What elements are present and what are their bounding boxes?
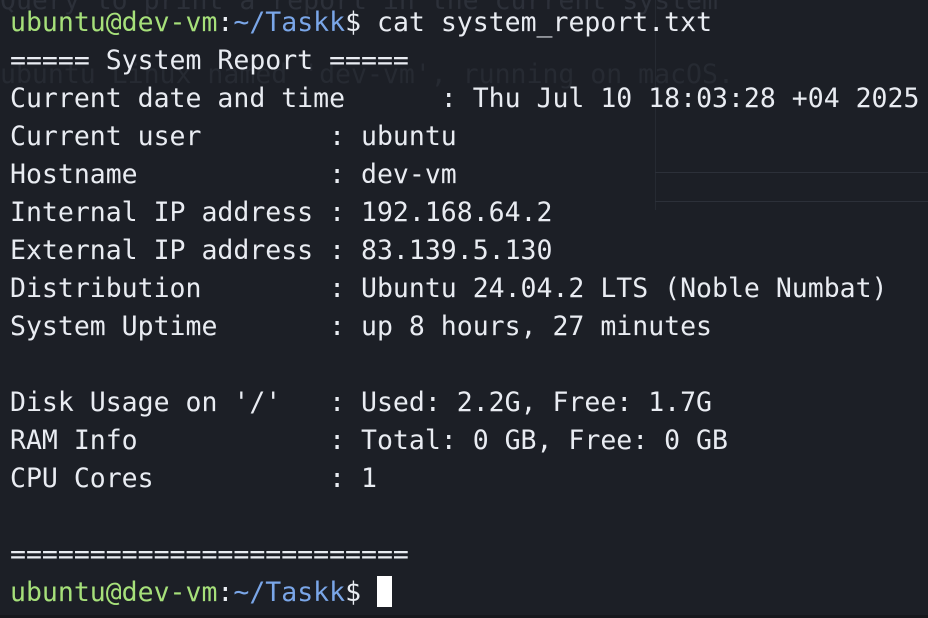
report-sep: :	[329, 311, 362, 342]
report-row-ram: RAM Info : Total: 0 GB, Free: 0 GB	[10, 422, 928, 460]
report-sep: :	[329, 273, 362, 304]
report-key: Current user	[10, 121, 330, 152]
text-cursor[interactable]	[377, 576, 392, 607]
report-sep: :	[440, 83, 473, 114]
prompt-user-host: ubuntu@dev-vm	[10, 577, 218, 608]
prompt-colon: :	[217, 7, 234, 38]
report-row-distribution: Distribution : Ubuntu 24.04.2 LTS (Noble…	[10, 270, 928, 308]
report-row-datetime: Current date and time : Thu Jul 10 18:03…	[10, 80, 928, 118]
report-row-cpu: CPU Cores : 1	[10, 460, 928, 498]
prompt-user-host: ubuntu@dev-vm	[10, 7, 218, 38]
report-sep: :	[329, 159, 362, 190]
report-row-hostname: Hostname : dev-vm	[10, 156, 928, 194]
command-text: cat system_report.txt	[377, 7, 713, 38]
prompt-dollar: $	[345, 7, 377, 38]
prompt-path: ~/Taskk	[233, 7, 346, 38]
report-key: RAM Info	[10, 425, 330, 456]
report-row-user: Current user : ubuntu	[10, 118, 928, 156]
report-value: Ubuntu 24.04.2 LTS (Noble Numbat)	[361, 273, 888, 304]
prompt-colon: :	[217, 577, 234, 608]
report-key: Hostname	[10, 159, 330, 190]
report-sep: :	[329, 197, 362, 228]
report-value: 83.139.5.130	[361, 235, 553, 266]
report-sep: :	[329, 463, 362, 494]
terminal-output: ubuntu@dev-vm:~/Taskk$ cat system_report…	[10, 4, 928, 612]
prompt-dollar: $	[345, 577, 377, 608]
report-key: Disk Usage on '/'	[10, 387, 330, 418]
report-sep: :	[329, 425, 362, 456]
report-value: 1	[361, 463, 377, 494]
report-sep: :	[329, 121, 362, 152]
report-key: Distribution	[10, 273, 330, 304]
terminal-window[interactable]: Query to print a report in the current s…	[0, 0, 928, 618]
report-sep: :	[329, 387, 362, 418]
report-key: Internal IP address	[10, 197, 330, 228]
report-row-external-ip: External IP address : 83.139.5.130	[10, 232, 928, 270]
report-key: System Uptime	[10, 311, 330, 342]
report-value: Used: 2.2G, Free: 1.7G	[361, 387, 713, 418]
prompt-line[interactable]: ubuntu@dev-vm:~/Taskk$	[10, 574, 928, 612]
report-sep: :	[329, 235, 362, 266]
command-line: ubuntu@dev-vm:~/Taskk$ cat system_report…	[10, 4, 928, 42]
report-value: up 8 hours, 27 minutes	[361, 311, 713, 342]
report-key: CPU Cores	[10, 463, 330, 494]
prompt-path: ~/Taskk	[233, 577, 346, 608]
report-value: Thu Jul 10 18:03:28 +04 2025	[472, 83, 920, 114]
report-value: ubuntu	[361, 121, 457, 152]
report-header: ===== System Report =====	[10, 45, 409, 76]
report-row-disk: Disk Usage on '/' : Used: 2.2G, Free: 1.…	[10, 384, 928, 422]
report-footer: =========================	[10, 539, 409, 570]
report-value: Total: 0 GB, Free: 0 GB	[361, 425, 728, 456]
report-row-uptime: System Uptime : up 8 hours, 27 minutes	[10, 308, 928, 346]
report-value: dev-vm	[361, 159, 457, 190]
report-value: 192.168.64.2	[361, 197, 553, 228]
report-row-internal-ip: Internal IP address : 192.168.64.2	[10, 194, 928, 232]
report-key: Current date and time	[10, 83, 441, 114]
report-key: External IP address	[10, 235, 330, 266]
